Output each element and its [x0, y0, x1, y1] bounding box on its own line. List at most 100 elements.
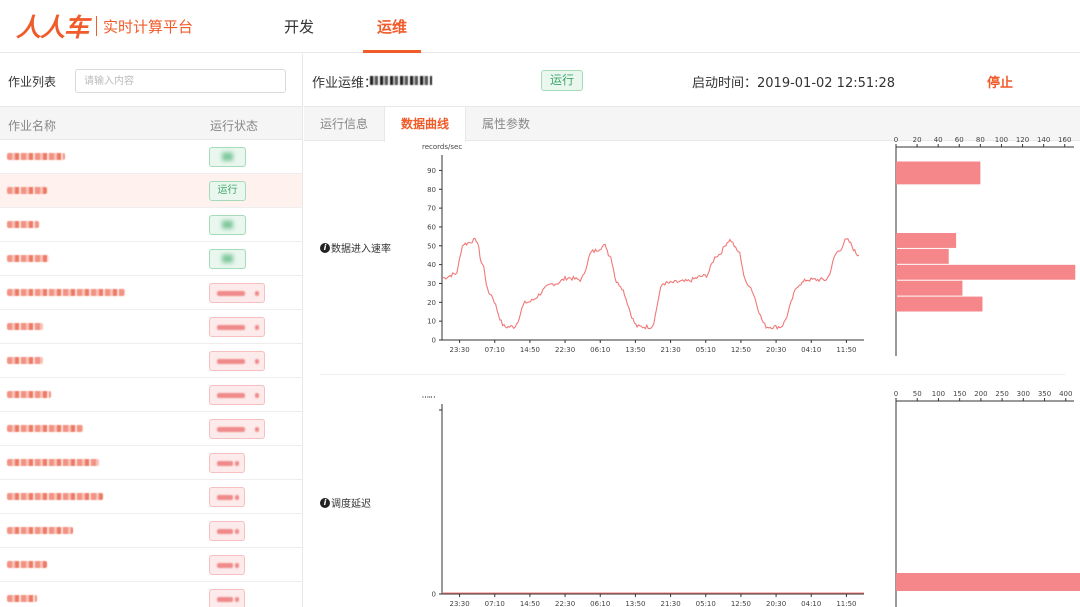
x-tick-label: 23:30	[449, 346, 469, 354]
x-tick-label: 140	[1037, 136, 1050, 144]
job-name-redacted	[7, 323, 43, 330]
schedule-delay-histogram: 0 50 100 150 200 250 300 350 400	[894, 390, 1080, 607]
job-name-redacted	[370, 76, 432, 85]
info-icon[interactable]: i	[320, 497, 330, 508]
job-status-text: ██	[222, 221, 233, 229]
y-tick-label: 90	[427, 167, 436, 175]
job-status-text: ██	[222, 153, 233, 161]
job-status-badge: ██	[209, 249, 246, 269]
job-row[interactable]	[0, 582, 302, 607]
job-row[interactable]	[0, 344, 302, 378]
job-search-input[interactable]	[75, 69, 286, 93]
logo[interactable]: 人人车 实时计算平台	[16, 8, 193, 44]
x-tick-label: 20	[913, 136, 922, 144]
x-tick-label: 14:50	[520, 346, 540, 354]
status-redacted	[217, 529, 233, 534]
status-redacted	[235, 529, 239, 534]
y-tick-label: 70	[427, 205, 436, 213]
nav-tab-ops[interactable]: 运维	[377, 16, 407, 37]
y-tick-label: 0	[432, 337, 436, 345]
tab-data-curves[interactable]: 数据曲线	[384, 107, 466, 142]
job-start-time: 启动时间：2019-01-02 12:51:28	[692, 76, 896, 91]
histogram-bar	[896, 248, 949, 264]
x-tick-label: 100	[932, 390, 945, 398]
job-row[interactable]	[0, 480, 302, 514]
x-tick-label: 05:10	[696, 346, 716, 354]
y-tick-label: 40	[427, 261, 436, 269]
job-row[interactable]	[0, 378, 302, 412]
x-tick-label: 0	[894, 390, 898, 398]
histogram-bar	[896, 280, 963, 296]
tab-run-info[interactable]: 运行信息	[304, 107, 384, 141]
status-redacted	[235, 461, 239, 466]
x-tick-label: 160	[1058, 136, 1071, 144]
stop-job-button[interactable]: 停止	[987, 72, 1013, 91]
histogram-bar	[896, 264, 1076, 280]
job-row[interactable]: ██	[0, 140, 302, 174]
job-name-redacted	[7, 561, 47, 568]
x-tick-label: 21:30	[660, 346, 680, 354]
job-name-redacted	[7, 221, 39, 228]
job-status-text: ██	[222, 255, 233, 263]
tab-properties[interactable]: 属性参数	[466, 107, 546, 141]
x-tick-label: 06:10	[590, 600, 610, 607]
histogram-bar	[896, 573, 1080, 591]
job-row[interactable]: ██	[0, 208, 302, 242]
col-header-status: 运行状态	[210, 119, 259, 133]
x-tick-label: 100	[995, 136, 1008, 144]
job-status-badge	[209, 453, 245, 473]
col-header-name: 作业名称	[8, 119, 57, 133]
job-row[interactable]	[0, 310, 302, 344]
job-row[interactable]	[0, 276, 302, 310]
job-name-redacted	[7, 493, 103, 500]
job-title: 作业运维：	[312, 76, 378, 91]
status-redacted	[217, 393, 245, 398]
x-tick-label: 80	[976, 136, 985, 144]
info-icon[interactable]: i	[320, 242, 330, 253]
histogram-bar	[896, 161, 981, 185]
job-status-badge: 运行	[209, 181, 246, 201]
logo-mark: 人人车	[16, 13, 89, 42]
job-table-header: 作业名称 运行状态	[0, 107, 302, 140]
job-row[interactable]	[0, 446, 302, 480]
job-row[interactable]	[0, 548, 302, 582]
x-tick-label: 400	[1059, 390, 1072, 398]
job-name-redacted	[7, 595, 37, 602]
app-header: 人人车 实时计算平台 开发 运维	[0, 0, 1080, 53]
status-redacted	[217, 427, 245, 432]
nav-tab-develop[interactable]: 开发	[284, 16, 314, 37]
x-tick-label: 350	[1038, 390, 1051, 398]
job-name-redacted	[7, 459, 99, 466]
job-search-bar: 作业列表	[0, 54, 302, 107]
ingest-rate-histogram: 0 20 40 60 80 100 120 140 160	[894, 136, 1076, 356]
histogram-bar	[896, 296, 983, 312]
x-tick-label: 07:10	[485, 346, 505, 354]
status-redacted	[235, 563, 239, 568]
x-tick-label: 300	[1017, 390, 1030, 398]
y-tick-label: 10	[427, 318, 436, 326]
job-row[interactable]: ██	[0, 242, 302, 276]
metric-label-schedule-delay: i 调度延迟	[320, 495, 371, 510]
job-row[interactable]: 运行	[0, 174, 302, 208]
y-axis-label: min	[422, 396, 435, 400]
x-tick-label: 14:50	[520, 600, 540, 607]
y-tick-label: 30	[427, 280, 436, 288]
status-redacted	[217, 291, 245, 296]
job-status-badge: ██	[209, 215, 246, 235]
job-status-badge	[209, 351, 265, 371]
job-name-redacted	[7, 391, 51, 398]
job-name-redacted	[7, 289, 125, 296]
status-redacted	[217, 563, 233, 568]
ingest-rate-line-chart: records/sec 23:30 07:10 14:50 22:30 06:10 13:5…	[422, 143, 864, 354]
status-redacted	[217, 325, 245, 330]
job-status-badge	[209, 385, 265, 405]
job-row[interactable]	[0, 514, 302, 548]
x-tick-label: 05:10	[696, 600, 716, 607]
x-tick-label: 21:30	[660, 600, 680, 607]
job-row[interactable]	[0, 412, 302, 446]
x-tick-label: 07:10	[485, 600, 505, 607]
x-tick-label: 150	[953, 390, 966, 398]
x-tick-label: 12:50	[731, 346, 751, 354]
status-redacted	[217, 495, 233, 500]
x-tick-label: 11:50	[836, 600, 856, 607]
